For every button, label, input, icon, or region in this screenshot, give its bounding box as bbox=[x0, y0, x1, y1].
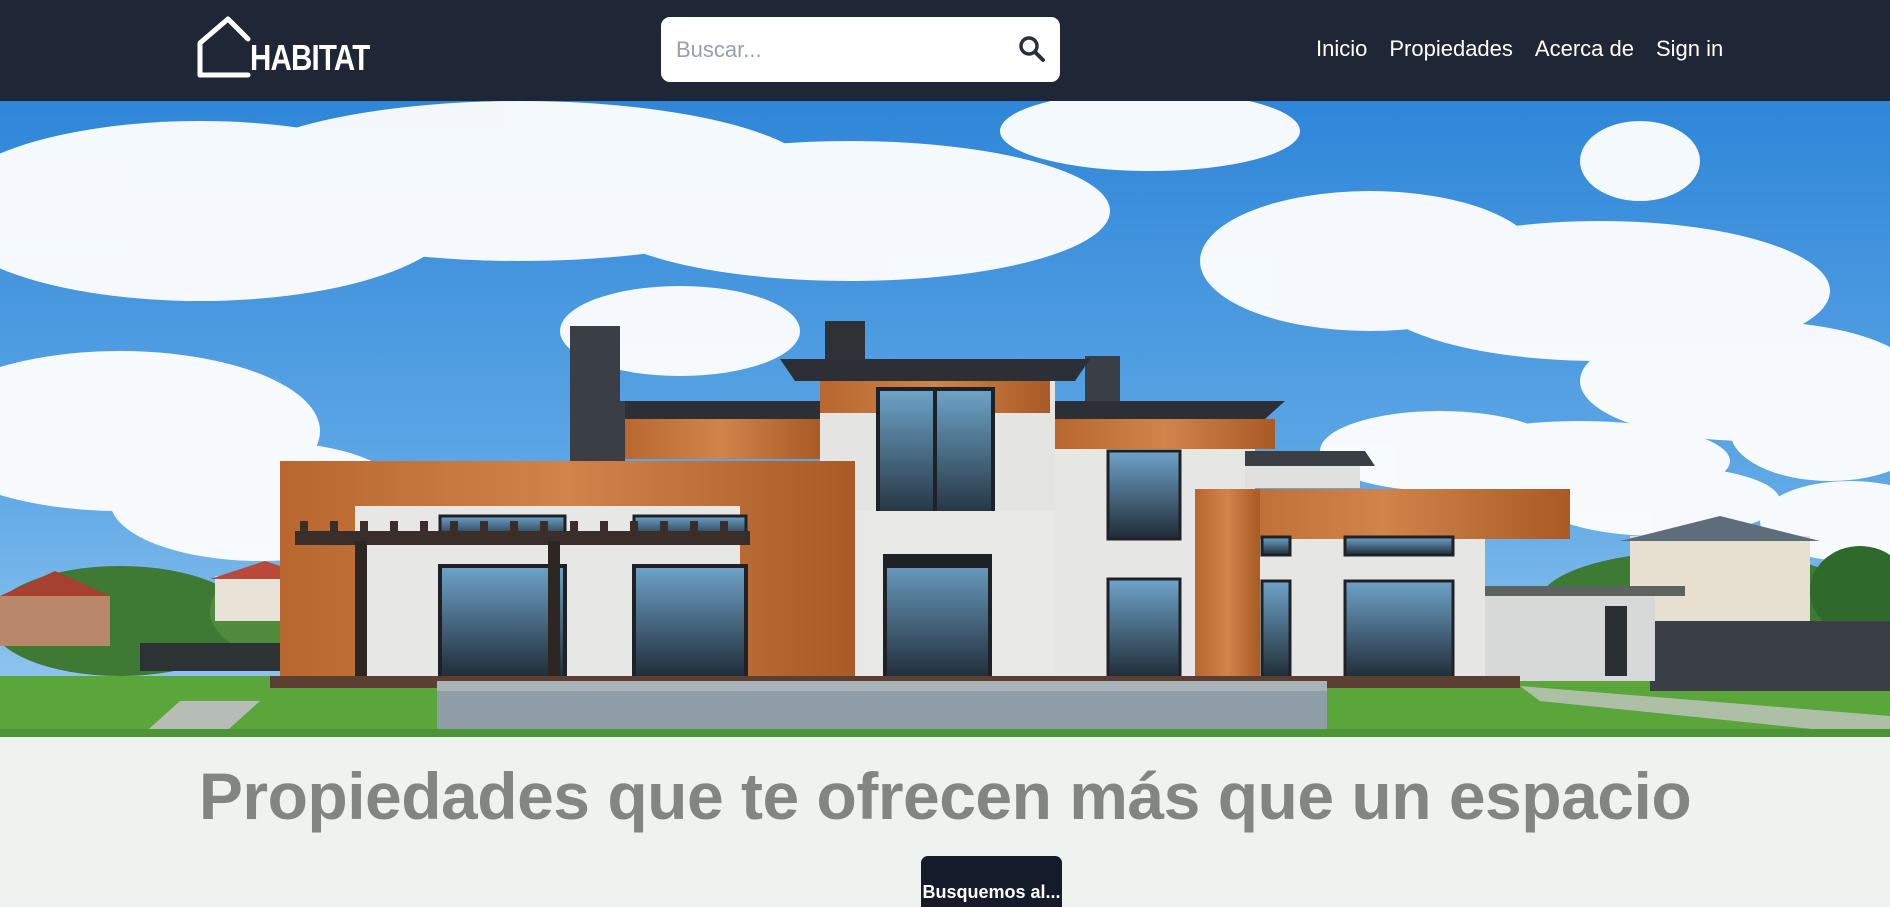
nav-link-inicio[interactable]: Inicio bbox=[1316, 36, 1367, 66]
hero-image bbox=[0, 101, 1890, 737]
top-navbar: HABITAT Inicio Propiedades Acerca de Sig… bbox=[0, 0, 1890, 101]
nav-link-sign-in[interactable]: Sign in bbox=[1656, 36, 1723, 66]
search-input[interactable] bbox=[676, 17, 1006, 82]
brand-logo[interactable]: HABITAT bbox=[196, 15, 386, 79]
search-icon bbox=[1019, 36, 1045, 62]
brand-name: HABITAT bbox=[250, 37, 370, 78]
modern-house-photo bbox=[0, 101, 1890, 737]
search-button[interactable] bbox=[1016, 35, 1048, 65]
nav-link-propiedades[interactable]: Propiedades bbox=[1389, 36, 1513, 66]
search-box bbox=[661, 17, 1060, 82]
main-nav: Inicio Propiedades Acerca de Sign in bbox=[1316, 36, 1723, 66]
cta-button[interactable]: Busquemos al... bbox=[921, 856, 1062, 907]
hero-tagline: Propiedades que te ofrecen más que un es… bbox=[198, 759, 1692, 833]
nav-link-acerca-de[interactable]: Acerca de bbox=[1535, 36, 1634, 66]
house-outline-icon bbox=[197, 16, 251, 78]
